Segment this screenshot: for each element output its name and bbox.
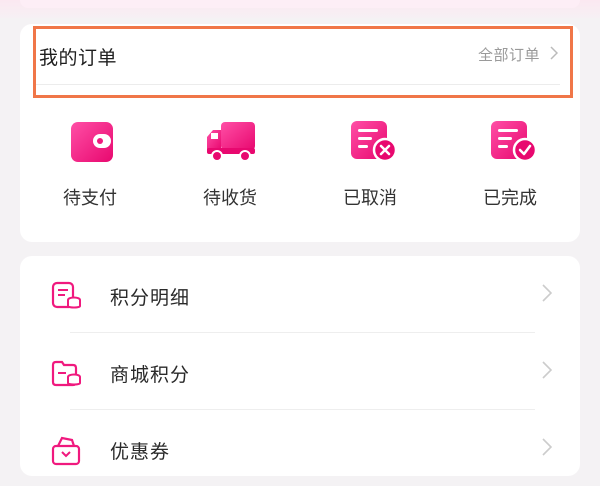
chevron-right-icon: [542, 284, 553, 306]
chevron-right-icon: [542, 361, 553, 383]
chevron-right-icon: [542, 438, 553, 460]
menu-item-label: 积分明细: [110, 287, 191, 309]
menu-item-coupon[interactable]: 优惠券: [20, 410, 580, 486]
order-status-label: 待支付: [63, 188, 117, 209]
cancelled-order-icon: [349, 119, 398, 165]
points-detail-icon: [50, 280, 82, 312]
top-card-edge: [20, 0, 580, 8]
completed-order-icon: [489, 119, 538, 165]
top-strip: [0, 0, 600, 18]
coupon-icon: [50, 434, 82, 466]
order-status-label: 待收货: [203, 188, 257, 209]
mall-points-icon: [50, 357, 82, 389]
order-status-pending-payment[interactable]: 待支付: [45, 114, 135, 214]
order-status-row: 待支付 待收货 已取消 已完成: [20, 114, 580, 224]
menu-item-mall-points[interactable]: 商城积分: [20, 333, 580, 409]
all-orders-label: 全部订单: [477, 46, 540, 64]
menu-item-points-detail[interactable]: 积分明细: [20, 256, 580, 332]
orders-card: 我的订单 全部订单 待支付 待收货 已取消 已完成: [20, 24, 580, 242]
order-status-completed[interactable]: 已完成: [465, 114, 555, 214]
wallet-icon: [69, 119, 115, 165]
menu-card: 积分明细 商城积分 优惠券: [20, 256, 580, 476]
order-status-label: 已完成: [483, 188, 537, 209]
menu-item-label: 优惠券: [110, 441, 171, 463]
all-orders-link[interactable]: 全部订单: [477, 44, 559, 65]
order-status-label: 已取消: [343, 188, 397, 209]
orders-title: 我的订单: [39, 47, 118, 69]
truck-icon: [207, 119, 255, 165]
chevron-right-icon: [550, 45, 559, 64]
menu-item-label: 商城积分: [110, 364, 191, 386]
orders-header: 我的订单 全部订单: [34, 24, 560, 85]
order-status-cancelled[interactable]: 已取消: [325, 114, 415, 214]
order-status-awaiting-delivery[interactable]: 待收货: [185, 114, 275, 214]
